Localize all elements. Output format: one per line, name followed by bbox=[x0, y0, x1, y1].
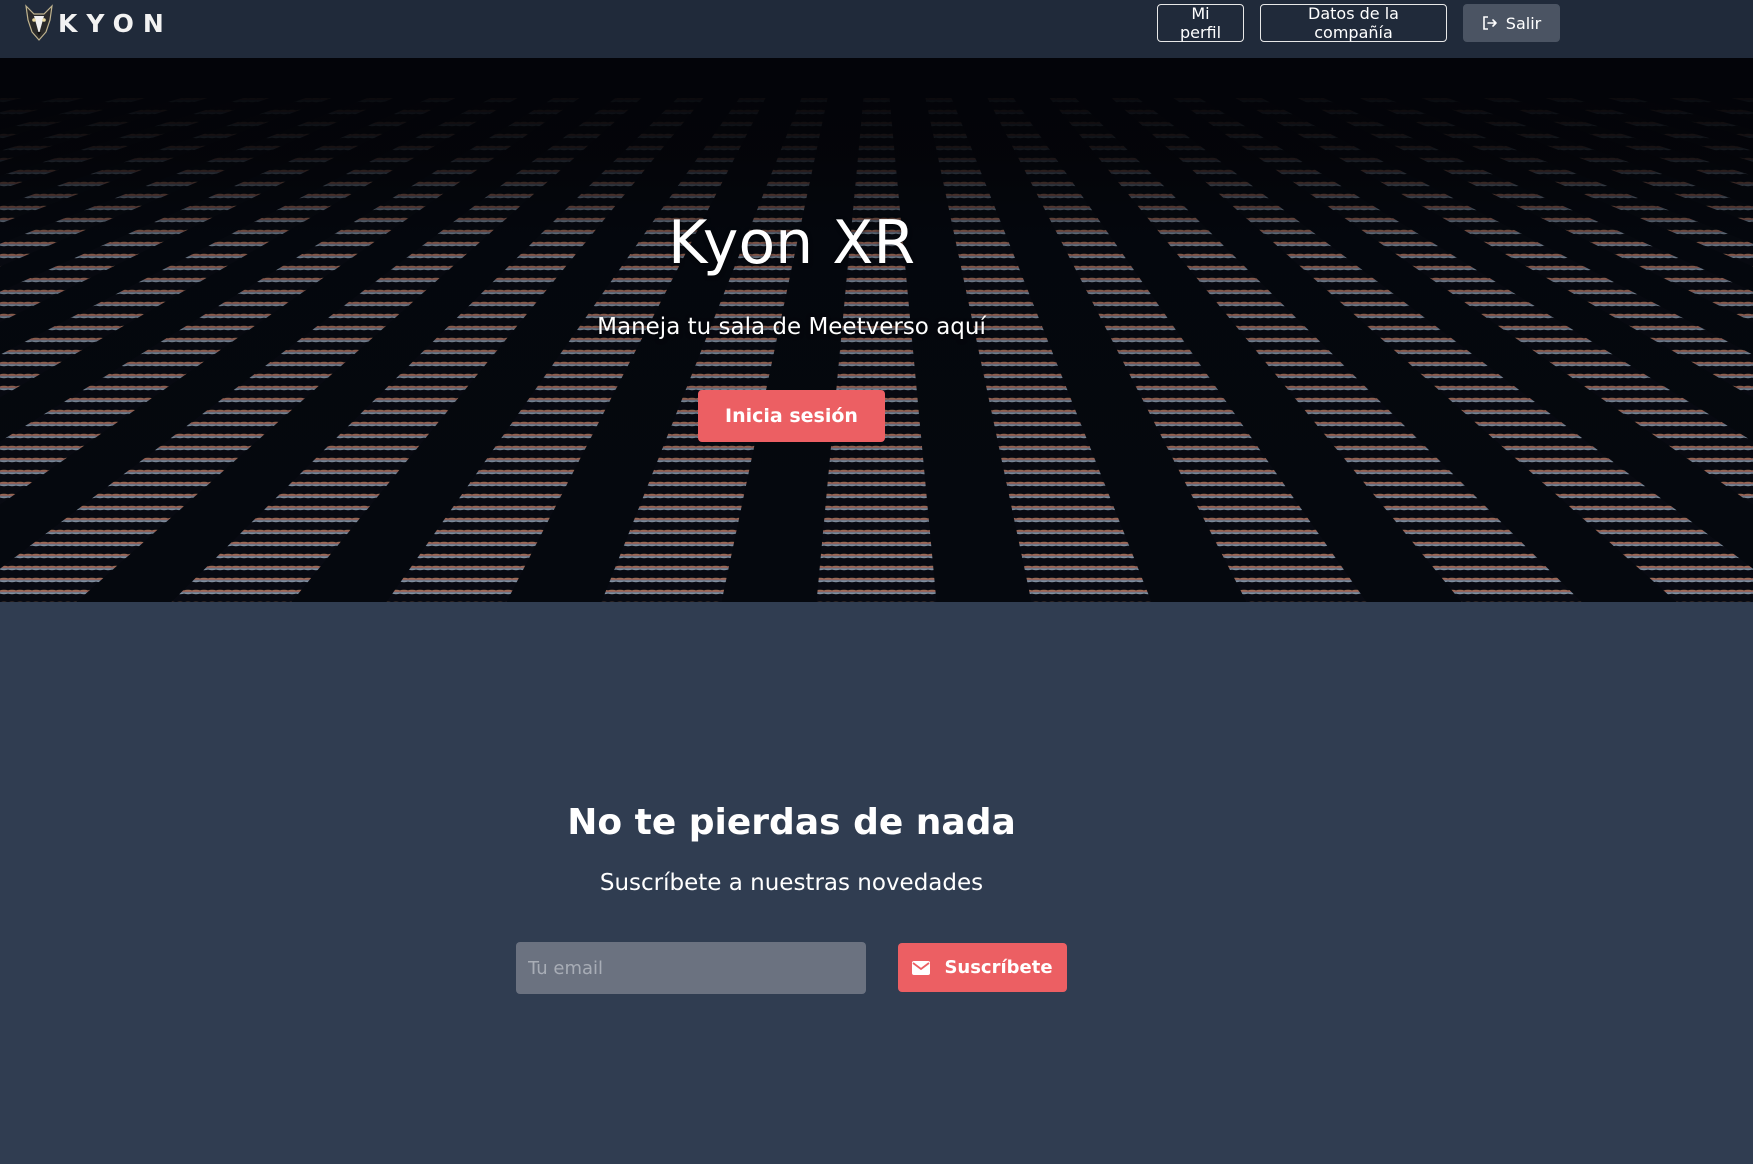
brand-text: KYON bbox=[58, 8, 173, 38]
subscribe-section: No te pierdas de nada Suscríbete a nuest… bbox=[0, 602, 1753, 1164]
sign-out-icon bbox=[1482, 16, 1497, 30]
company-data-button[interactable]: Datos de la compañía bbox=[1260, 4, 1447, 42]
profile-button[interactable]: Mi perfil bbox=[1157, 4, 1244, 42]
envelope-icon bbox=[912, 960, 931, 975]
logout-button[interactable]: Salir bbox=[1463, 4, 1560, 42]
subscribe-button-label: Suscríbete bbox=[944, 957, 1053, 978]
navbar: KYON Mi perfil Datos de la compañía Sali… bbox=[0, 0, 1753, 58]
hero-title: Kyon XR bbox=[667, 208, 916, 278]
email-input[interactable] bbox=[516, 942, 866, 994]
hero-section: Kyon XR Maneja tu sala de Meetverso aquí… bbox=[0, 58, 1753, 602]
subscribe-title: No te pierdas de nada bbox=[567, 802, 1016, 843]
subscribe-button[interactable]: Suscríbete bbox=[898, 943, 1067, 992]
subscribe-subtitle: Suscríbete a nuestras novedades bbox=[599, 870, 984, 896]
brand-logo-link[interactable]: KYON bbox=[22, 3, 173, 43]
logout-label: Salir bbox=[1505, 13, 1542, 33]
login-button[interactable]: Inicia sesión bbox=[698, 390, 885, 442]
dog-head-logo-icon bbox=[22, 4, 56, 42]
hero-subtitle: Maneja tu sala de Meetverso aquí bbox=[597, 314, 986, 340]
